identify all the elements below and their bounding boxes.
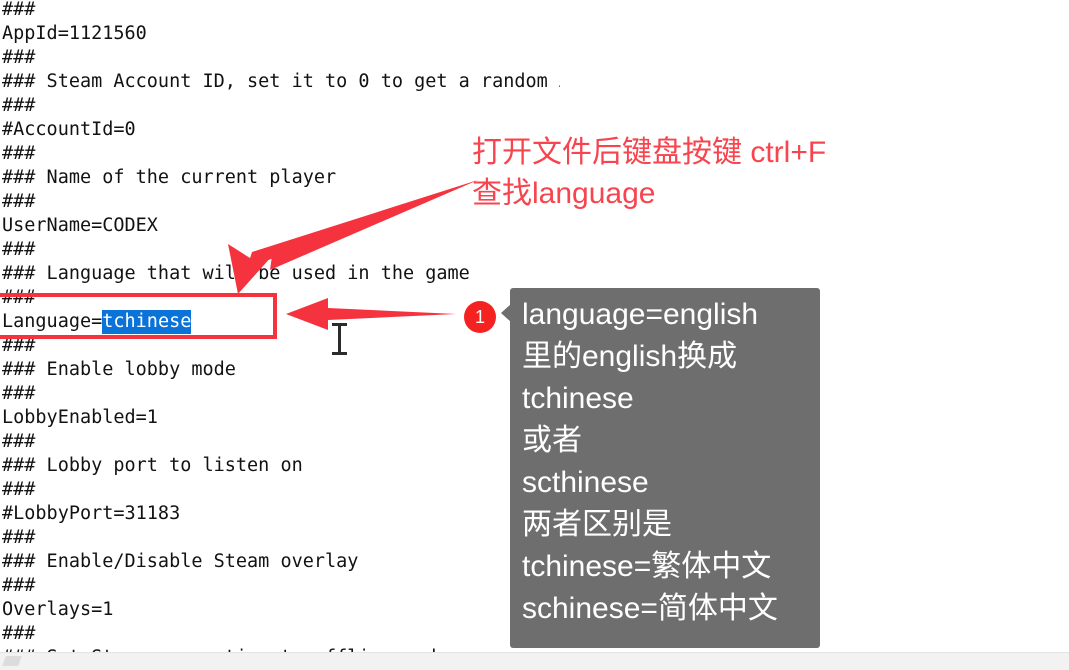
code-line[interactable]: ### [2,478,35,502]
annotation-callout-box: language=english 里的english换成 tchinese 或者 sct… [501,288,820,648]
code-line[interactable]: ### [2,238,35,262]
code-line[interactable]: ### Lobby port to listen on [2,454,303,478]
annotation-instruction-text: 打开文件后键盘按键 ctrl+F 查找language [472,132,826,214]
text-cursor-ibeam-icon [331,322,349,356]
code-line[interactable]: ### [2,382,35,406]
ibeam-bottom-cap [332,352,347,355]
code-line[interactable]: ### [2,46,35,70]
window-bottom-strip [0,652,1069,670]
code-line[interactable]: #AccountId=0 [2,118,136,142]
code-line[interactable]: ### [2,0,35,22]
screenshot-root: ### AppId=1121560 ### ### Steam Account ID,… [0,0,1069,670]
callout-tail [501,304,511,322]
code-line[interactable]: AppId=1121560 [2,22,147,46]
code-line[interactable]: ### Name of the current player [2,166,336,190]
callout-line: schinese=简体中文 [522,592,778,625]
code-line[interactable]: ### [2,94,35,118]
annotation-highlight-box [0,293,277,339]
code-line[interactable]: ### Language that will be used in the ga… [2,262,470,286]
code-line[interactable]: #LobbyPort=31183 [2,502,180,526]
callout-line: 两者区别是 [522,508,672,541]
step-number-badge: 1 [464,301,496,333]
instruction-line-1: 打开文件后键盘按键 ctrl+F [472,136,827,169]
ibeam-stem [338,325,341,353]
callout-line: tchinese=繁体中文 [522,550,772,583]
code-line[interactable]: ### Enable lobby mode [2,358,236,382]
code-line[interactable]: ### [2,574,35,598]
code-line[interactable]: ### [2,622,35,646]
code-line[interactable]: ### [2,190,35,214]
callout-text-lines: language=english 里的english换成 tchinese 或者 sct… [522,294,816,630]
code-line[interactable]: LobbyEnabled=1 [2,406,158,430]
code-line[interactable]: ### Steam Account ID, set it to 0 to get… [2,70,560,94]
callout-line: language=english [522,298,759,331]
code-line[interactable]: Overlays=1 [2,598,113,622]
code-line[interactable]: ### [2,430,35,454]
code-line[interactable]: ### [2,526,35,550]
instruction-line-2: 查找language [472,177,656,210]
scroll-nub[interactable] [2,656,22,666]
callout-line: 里的english换成 [522,340,738,373]
callout-line: tchinese [522,382,634,415]
code-line[interactable]: ### [2,142,35,166]
callout-line: scthinese [522,466,649,499]
code-line[interactable]: UserName=CODEX [2,214,158,238]
callout-line: 或者 [522,424,582,457]
code-line[interactable]: ### Enable/Disable Steam overlay [2,550,358,574]
